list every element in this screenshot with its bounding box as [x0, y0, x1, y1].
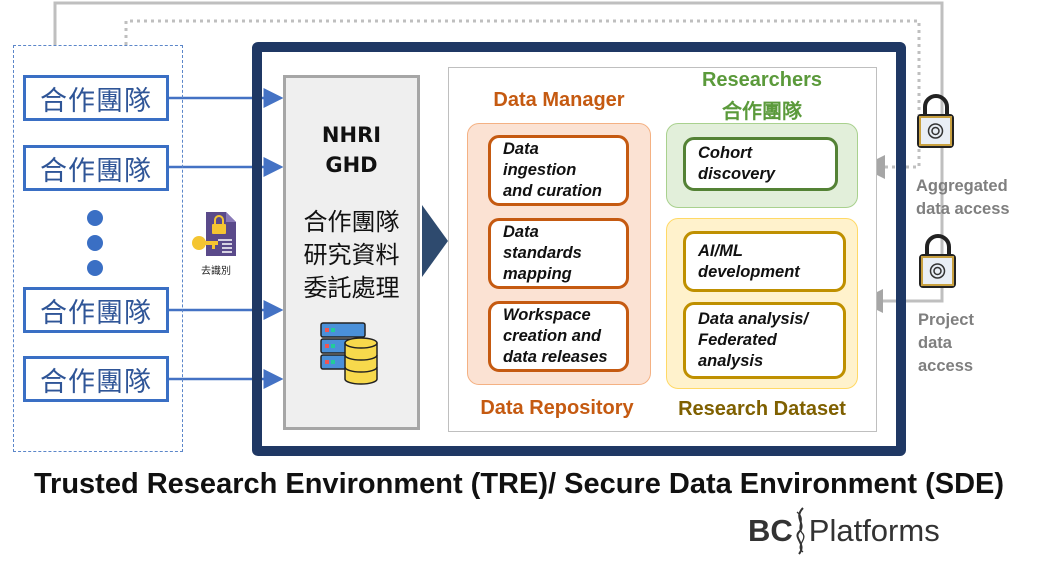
dataset-item: AI/ML development	[683, 231, 846, 292]
deidentify-label: 去識別	[201, 266, 231, 277]
team-box: 合作團隊	[23, 75, 169, 121]
locked-document-key-icon	[192, 212, 236, 256]
data-repository-label: Data Repository	[480, 397, 634, 419]
team-box: 合作團隊	[23, 356, 169, 402]
dm-item: Data standards mapping	[488, 218, 629, 289]
team-box: 合作團隊	[23, 145, 169, 191]
team-box: 合作團隊	[23, 287, 169, 333]
deidentify: 去識別	[190, 210, 242, 277]
dataset-item: Data analysis/Federated analysis	[683, 302, 846, 379]
dm-item: Workspace creation and data releases	[488, 301, 629, 372]
bc-platforms-logo: BC Platforms	[748, 506, 940, 556]
nhri-desc: 委託處理	[303, 274, 400, 302]
chevron-right-icon	[422, 205, 448, 277]
nhri-ghd-box: NHRI GHD 合作團隊 研究資料 委託處理	[283, 75, 420, 430]
nhri-desc: 合作團隊	[303, 208, 400, 236]
dna-helix-icon	[796, 507, 805, 555]
nhri-label: NHRI	[321, 123, 382, 147]
research-dataset-label: Research Dataset	[678, 398, 846, 420]
data-manager-title: Data Manager	[493, 89, 625, 111]
diagram-title: Trusted Research Environment (TRE)/ Secu…	[33, 468, 1005, 500]
server-database-icon	[319, 322, 378, 385]
cohort-discovery-item: Cohort discovery	[683, 137, 838, 191]
ghd-label: GHD	[325, 153, 378, 177]
ellipsis-dot	[87, 260, 103, 276]
project-access-label: Project data access	[918, 311, 974, 375]
fingerprint-padlock-icon	[917, 94, 954, 148]
dm-item: Data ingestion and curation	[488, 135, 629, 206]
aggregated-access-label: Aggregated data access	[916, 177, 1010, 218]
ellipsis-dot	[87, 235, 103, 251]
researchers-subtitle: 合作團隊	[722, 99, 802, 123]
nhri-desc: 研究資料	[303, 241, 400, 269]
fingerprint-padlock-icon	[919, 234, 956, 288]
ellipsis-dot	[87, 210, 103, 226]
researchers-title: Researchers	[701, 69, 823, 91]
